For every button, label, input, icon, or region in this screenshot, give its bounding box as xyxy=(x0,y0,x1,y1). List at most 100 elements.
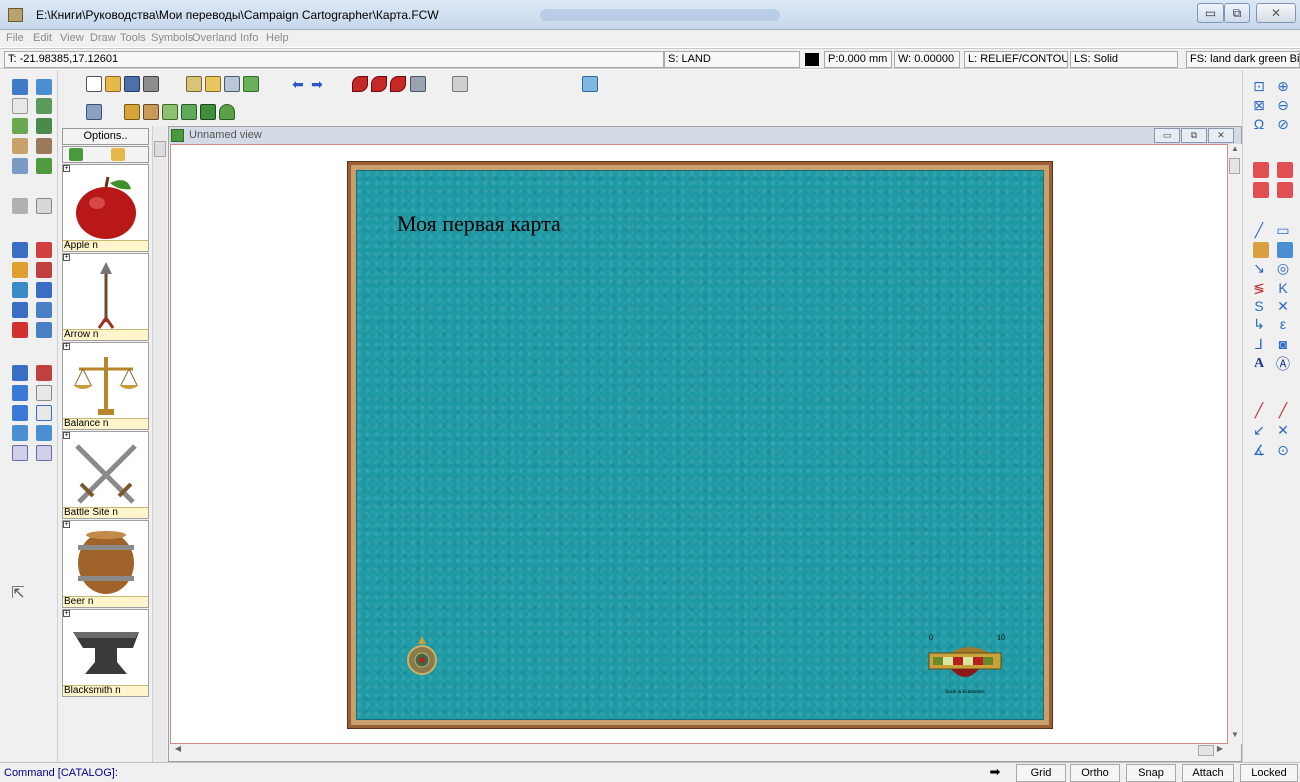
scale-icon[interactable] xyxy=(12,98,28,114)
polygon-tool-icon[interactable] xyxy=(1277,242,1293,258)
menu-draw[interactable]: Draw xyxy=(90,32,116,44)
landmass-icon[interactable] xyxy=(12,118,28,134)
map-title[interactable]: Моя первая карта xyxy=(397,211,561,237)
catalog-scrollbar[interactable] xyxy=(152,126,167,762)
properties-icon[interactable] xyxy=(186,76,202,92)
copy-entity-icon[interactable] xyxy=(390,76,406,92)
menu-info[interactable]: Info xyxy=(240,32,258,44)
layers-icon[interactable] xyxy=(86,104,102,120)
multipoly-icon[interactable]: ⅃ xyxy=(1251,336,1267,352)
view-horizontal-scrollbar[interactable]: ◀ ▶ xyxy=(170,744,1228,758)
catalog-item[interactable]: + Blacksmith n xyxy=(62,609,149,697)
coordinates-field[interactable]: T: -21.98385,17.12601 xyxy=(4,51,664,68)
terrain-icon[interactable] xyxy=(36,98,52,114)
copy-symbol-icon[interactable] xyxy=(1253,162,1269,178)
width-field[interactable]: W: 0.00000 xyxy=(894,51,960,68)
forest-icon[interactable] xyxy=(200,104,216,120)
k-tool-icon[interactable]: K xyxy=(1275,280,1291,296)
zoom-in-icon[interactable]: ⊕ xyxy=(1275,78,1291,94)
pen-tool-icon[interactable] xyxy=(36,242,52,258)
fill-style-field[interactable]: FS: land dark green Bitmap xyxy=(1186,51,1300,68)
catalog-item[interactable]: + Beer n xyxy=(62,520,149,608)
menu-tools[interactable]: Tools xyxy=(120,32,146,44)
tree-icon[interactable] xyxy=(219,104,235,120)
node-icon[interactable] xyxy=(12,365,28,381)
ortho-toggle-button[interactable]: Ortho xyxy=(1070,764,1120,782)
send-back-icon[interactable] xyxy=(12,385,28,401)
trim-icon[interactable] xyxy=(12,302,28,318)
text-tool-icon[interactable]: A xyxy=(1251,356,1267,372)
hills-icon[interactable] xyxy=(181,104,197,120)
array-icon[interactable] xyxy=(36,282,52,298)
scale-bar[interactable]: 0 10 Scale in Kilometers xyxy=(925,631,1015,701)
stretch-icon[interactable] xyxy=(36,322,52,338)
print-icon[interactable] xyxy=(143,76,159,92)
undo-icon[interactable] xyxy=(12,242,28,258)
menu-help[interactable]: Help xyxy=(266,32,289,44)
select-icon[interactable] xyxy=(352,76,368,92)
undo-arrow-icon[interactable]: ⬅ xyxy=(290,76,306,92)
road-icon[interactable] xyxy=(143,104,159,120)
render-icon[interactable] xyxy=(582,76,598,92)
circle-tool-icon[interactable]: ◎ xyxy=(1275,260,1291,276)
redraw-icon[interactable]: Ω xyxy=(1251,116,1267,132)
view-vertical-scrollbar[interactable]: ▲ ▼ xyxy=(1228,144,1242,744)
expand-icon[interactable]: + xyxy=(63,521,70,528)
replace-symbol-icon[interactable] xyxy=(1277,182,1293,198)
new-catalog-icon[interactable] xyxy=(69,148,83,161)
line-tool-icon[interactable]: ╱ xyxy=(1251,222,1267,238)
expand-icon[interactable]: + xyxy=(63,343,70,350)
coast-icon[interactable] xyxy=(36,118,52,134)
pen-field[interactable]: P:0.000 mm xyxy=(824,51,892,68)
copy-icon[interactable] xyxy=(243,76,259,92)
fill-tool-icon[interactable] xyxy=(36,365,52,381)
menu-file[interactable]: File xyxy=(6,32,24,44)
bezier-tool-icon[interactable]: ✕ xyxy=(1275,298,1291,314)
ellipse-tool-icon[interactable]: ε xyxy=(1275,316,1291,332)
snap-toggle-button[interactable]: Snap xyxy=(1126,764,1176,782)
open-folder-icon[interactable] xyxy=(105,76,121,92)
layer-field[interactable]: L: RELIEF/CONTOURS xyxy=(964,51,1068,68)
zoom-previous-icon[interactable]: ⊘ xyxy=(1275,116,1291,132)
grid-toggle-button[interactable]: Grid xyxy=(1016,764,1066,782)
save-icon[interactable] xyxy=(124,76,140,92)
rectangle-tool-icon[interactable]: ▭ xyxy=(1275,222,1291,238)
expand-icon[interactable]: + xyxy=(63,432,70,439)
erase-icon[interactable] xyxy=(410,76,426,92)
offset-icon[interactable]: ↙ xyxy=(1251,422,1267,438)
minimize-button[interactable]: ▭ xyxy=(1197,3,1224,23)
ungroup-icon[interactable] xyxy=(36,425,52,441)
hide-icon[interactable] xyxy=(36,385,52,401)
angle-icon[interactable]: ∡ xyxy=(1251,442,1267,458)
view-vertical-scroll-thumb[interactable] xyxy=(1229,158,1240,174)
smooth-line-icon[interactable] xyxy=(1253,242,1269,258)
sheet-field[interactable]: S: LAND xyxy=(664,51,800,68)
insert-symbol-icon[interactable] xyxy=(1253,182,1269,198)
view-minimize-button[interactable]: ▭ xyxy=(1154,128,1180,143)
zoom-extents-icon[interactable]: ⊠ xyxy=(1251,97,1267,113)
paste-icon[interactable] xyxy=(224,76,240,92)
new-file-icon[interactable] xyxy=(86,76,102,92)
donut-tool-icon[interactable]: ◙ xyxy=(1275,336,1291,352)
locked-toggle-button[interactable]: Locked xyxy=(1240,764,1298,782)
scroll-up-arrow-icon[interactable]: ▲ xyxy=(1229,144,1241,156)
bring-front-icon[interactable] xyxy=(12,405,28,421)
zoom-map-icon[interactable] xyxy=(36,79,52,95)
catalog-item[interactable]: + Battle Site n xyxy=(62,431,149,519)
intersect-icon[interactable]: ✕ xyxy=(1275,422,1291,438)
maximize-button[interactable]: ⧉ xyxy=(1224,3,1250,23)
extend-icon[interactable] xyxy=(36,302,52,318)
measure-icon[interactable] xyxy=(36,138,52,154)
close-button[interactable]: ✕ xyxy=(1256,3,1296,23)
menu-edit[interactable]: Edit xyxy=(33,32,52,44)
mountain-icon[interactable] xyxy=(162,104,178,120)
window-icon[interactable] xyxy=(36,198,52,214)
drawing-canvas[interactable]: Моя первая карта 0 10 Scale in Kilometer… xyxy=(170,144,1228,744)
menu-symbols[interactable]: Symbols xyxy=(151,32,193,44)
vegetation-icon[interactable] xyxy=(36,158,52,174)
command-prompt[interactable]: Command [CATALOG]: xyxy=(4,767,118,779)
grid-tool-icon[interactable] xyxy=(12,138,28,154)
view-close-button[interactable]: ✕ xyxy=(1208,128,1234,143)
open-view-icon[interactable] xyxy=(205,76,221,92)
zoom-window-icon[interactable]: ⊡ xyxy=(1251,78,1267,94)
